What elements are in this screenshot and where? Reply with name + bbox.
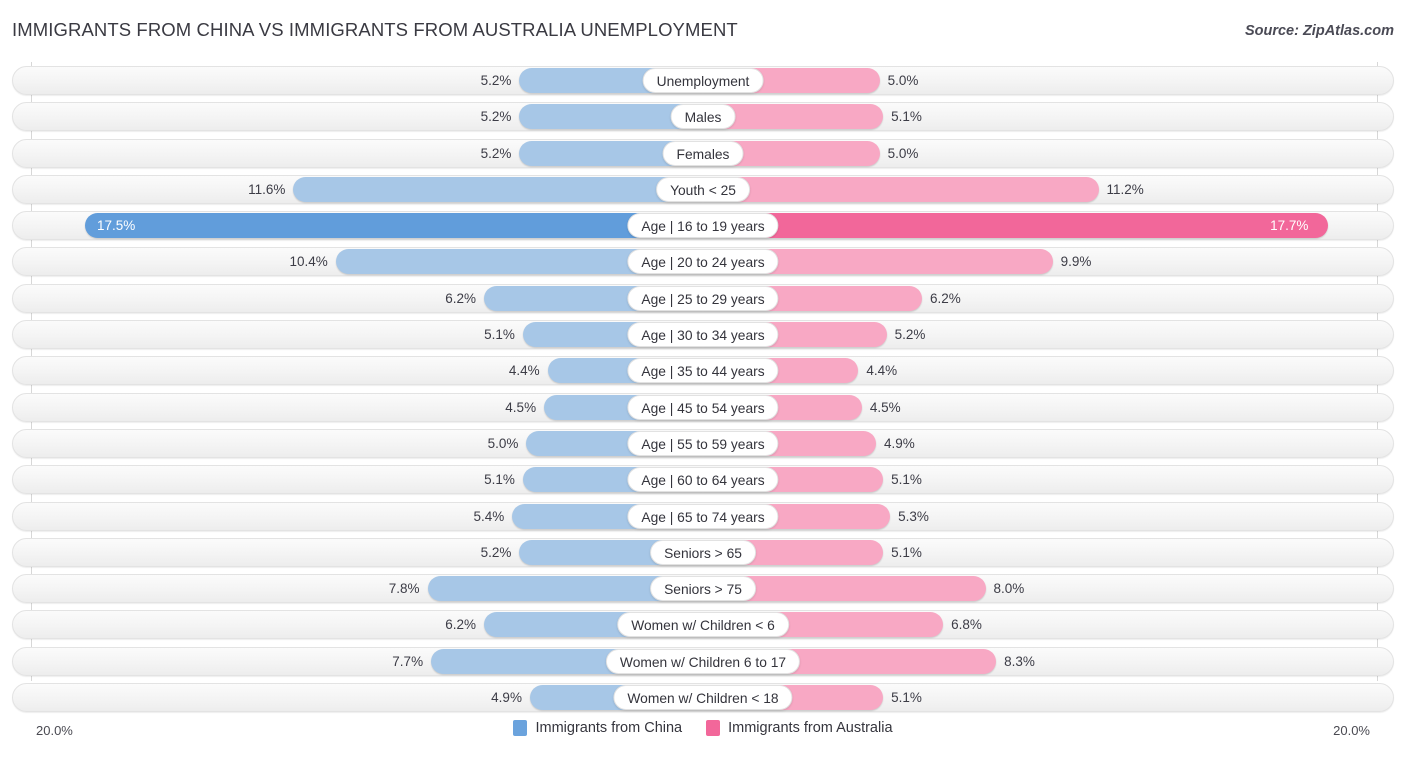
bar-value-right: 4.5%: [869, 399, 901, 415]
bar-value-right: 11.2%: [1106, 181, 1144, 197]
row-category-label: Unemployment: [642, 68, 764, 93]
chart-row: 6.2% 6.8% Women w/ Children < 6: [0, 606, 1406, 642]
chart-row: 17.5% 17.7% Age | 16 to 19 years: [0, 207, 1406, 243]
chart-row: 5.4% 5.3% Age | 65 to 74 years: [0, 498, 1406, 534]
bar-value-left: 11.6%: [248, 181, 286, 197]
row-category-label: Youth < 25: [656, 176, 750, 202]
legend-item[interactable]: Immigrants from China: [513, 720, 682, 736]
row-category-label: Women w/ Children < 18: [613, 685, 793, 711]
bar-value-left: 17.5%: [97, 218, 136, 234]
bar-value-right: 6.8%: [951, 617, 982, 633]
bar-value-left: 4.4%: [508, 363, 540, 379]
bar-value-left: 4.5%: [505, 399, 537, 415]
chart-row: 10.4% 9.9% Age | 20 to 24 years: [0, 243, 1406, 279]
bar-value-left: 7.8%: [388, 581, 420, 597]
bar-value-right: 17.7%: [1270, 218, 1309, 234]
legend-label: Immigrants from Australia: [728, 720, 893, 736]
row-category-label: Seniors > 65: [650, 539, 756, 565]
bar-value-right: 5.1%: [891, 544, 922, 560]
chart-page: IMMIGRANTS FROM CHINA VS IMMIGRANTS FROM…: [0, 0, 1406, 757]
bar-value-left: 5.2%: [480, 73, 512, 88]
legend-swatch-icon: [513, 720, 528, 736]
source-attribution: Source: ZipAtlas.com: [1244, 23, 1394, 39]
bar-value-right: 4.4%: [866, 363, 898, 379]
bar-value-left: 7.7%: [392, 653, 424, 669]
bar-value-right: 5.2%: [894, 327, 926, 343]
bar-value-right: 4.9%: [884, 435, 915, 451]
chart-row: 5.0% 4.9% Age | 55 to 59 years: [0, 425, 1406, 461]
bar-value-right: 8.3%: [1004, 653, 1035, 669]
bar-value-right: 9.9%: [1060, 254, 1092, 270]
row-category-label: Age | 25 to 29 years: [627, 285, 779, 311]
bar-value-left: 5.2%: [480, 145, 512, 161]
chart-row: 4.9% 5.1% Women w/ Children < 18: [0, 679, 1406, 715]
bar-value-left: 10.4%: [289, 254, 328, 270]
bar-value-right: 5.1%: [891, 690, 922, 706]
bar-value-left: 5.0%: [487, 435, 519, 451]
row-category-label: Age | 35 to 44 years: [627, 358, 779, 384]
chart-row: 7.7% 8.3% Women w/ Children 6 to 17: [0, 643, 1406, 679]
bar-value-left: 6.2%: [445, 290, 477, 306]
row-category-label: Age | 20 to 24 years: [627, 249, 779, 275]
chart-row: 11.6% 11.2% Youth < 25: [0, 171, 1406, 207]
chart-row: 5.2% 5.0% Unemployment: [0, 62, 1406, 98]
chart-rows: 5.2% 5.0% Unemployment 5.2% 5.1% Males 5.2% 5.0…: [0, 62, 1406, 715]
row-category-label: Age | 60 to 64 years: [627, 467, 779, 493]
bar-value-right: 5.3%: [898, 508, 929, 524]
chart-row: 4.5% 4.5% Age | 45 to 54 years: [0, 389, 1406, 425]
bar-right[interactable]: [703, 176, 1099, 202]
chart-row: 5.2% 5.1% Seniors > 65: [0, 534, 1406, 570]
row-category-label: Age | 55 to 59 years: [627, 430, 779, 456]
chart-row: 4.4% 4.4% Age | 35 to 44 years: [0, 352, 1406, 388]
bar-right[interactable]: [703, 213, 1329, 239]
bar-value-left: 5.1%: [484, 327, 515, 343]
row-category-label: Age | 30 to 34 years: [627, 322, 779, 348]
bar-value-left: 5.2%: [480, 109, 512, 125]
row-category-label: Females: [662, 140, 744, 166]
bar-value-right: 5.1%: [891, 109, 922, 125]
legend-label: Immigrants from China: [535, 720, 683, 736]
bar-value-right: 5.0%: [887, 73, 919, 88]
bar-value-left: 5.1%: [484, 472, 515, 488]
bar-value-left: 5.2%: [480, 544, 512, 560]
bar-value-right: 8.0%: [993, 581, 1025, 597]
chart-row: 5.2% 5.1% Males: [0, 98, 1406, 134]
bar-left[interactable]: [293, 176, 703, 202]
row-category-label: Women w/ Children < 6: [617, 612, 789, 638]
row-category-label: Males: [670, 104, 736, 130]
chart-row: 5.1% 5.2% Age | 30 to 34 years: [0, 316, 1406, 352]
bar-value-right: 5.1%: [891, 472, 922, 488]
bar-value-right: 6.2%: [929, 290, 961, 306]
chart-legend: Immigrants from China Immigrants from Aus…: [0, 720, 1406, 736]
bar-value-left: 5.4%: [473, 508, 505, 524]
row-category-label: Age | 65 to 74 years: [627, 503, 779, 529]
bar-value-left: 6.2%: [445, 617, 477, 633]
row-category-label: Age | 16 to 19 years: [627, 213, 779, 239]
row-category-label: Age | 45 to 54 years: [627, 394, 779, 420]
chart-row: 6.2% 6.2% Age | 25 to 29 years: [0, 280, 1406, 316]
row-category-label: Seniors > 75: [650, 576, 756, 602]
bar-left[interactable]: [85, 213, 703, 239]
legend-item[interactable]: Immigrants from Australia: [706, 720, 893, 736]
bar-value-right: 5.0%: [887, 145, 919, 161]
legend-swatch-icon: [706, 720, 721, 736]
chart-row: 5.2% 5.0% Females: [0, 135, 1406, 171]
bar-value-left: 4.9%: [491, 690, 522, 706]
chart-row: 5.1% 5.1% Age | 60 to 64 years: [0, 461, 1406, 497]
page-title: IMMIGRANTS FROM CHINA VS IMMIGRANTS FROM…: [12, 19, 738, 40]
chart-plot-area: 5.2% 5.0% Unemployment 5.2% 5.1% Males 5.2% 5.0…: [0, 62, 1406, 717]
row-category-label: Women w/ Children 6 to 17: [605, 648, 801, 674]
chart-row: 7.8% 8.0% Seniors > 75: [0, 570, 1406, 606]
